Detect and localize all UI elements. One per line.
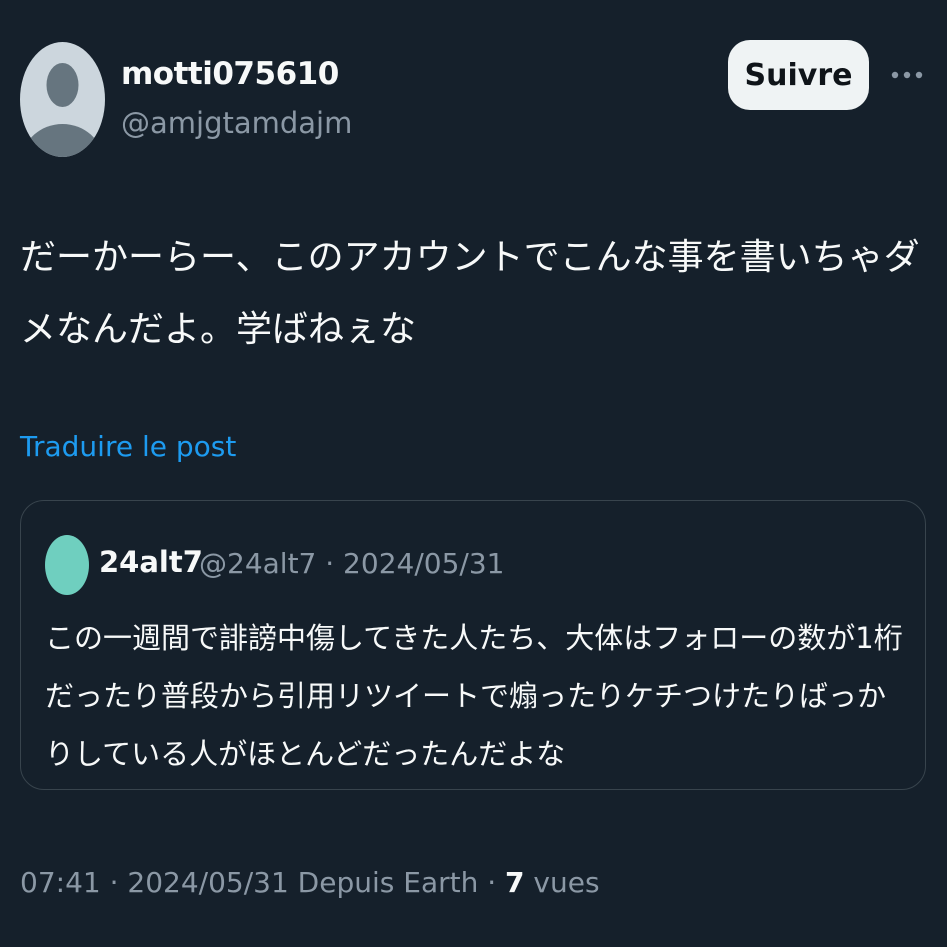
translate-post-link[interactable]: Traduire le post bbox=[20, 430, 236, 463]
quote-avatar bbox=[45, 535, 89, 595]
ellipsis-icon[interactable] bbox=[889, 66, 925, 84]
views-label: vues bbox=[524, 866, 600, 899]
quote-author-name: 24alt7 bbox=[99, 545, 203, 579]
follow-button[interactable]: Suivre bbox=[728, 40, 869, 110]
author-name[interactable]: motti075610 bbox=[121, 56, 339, 92]
quoted-post-card[interactable]: 24alt7 @24alt7 · 2024/05/31 この一週間で誹謗中傷して… bbox=[20, 500, 926, 790]
quote-author-meta: @24alt7 · 2024/05/31 bbox=[199, 547, 505, 580]
post-timestamp[interactable]: 07:41 · 2024/05/31 Depuis Earth · bbox=[20, 866, 505, 899]
author-handle[interactable]: @amjgtamdajm bbox=[121, 106, 352, 140]
quote-text: この一週間で誹謗中傷してきた人たち、大体はフォローの数が1桁だったり普段から引用… bbox=[45, 621, 903, 771]
views-count: 7 bbox=[505, 866, 525, 899]
post-text: だーかーらー、このアカウントでこんな事を書いちゃダメなんだよ。学ばねぇな bbox=[20, 237, 920, 350]
post-meta: 07:41 · 2024/05/31 Depuis Earth · 7 vues bbox=[20, 866, 600, 899]
avatar[interactable] bbox=[20, 42, 105, 157]
